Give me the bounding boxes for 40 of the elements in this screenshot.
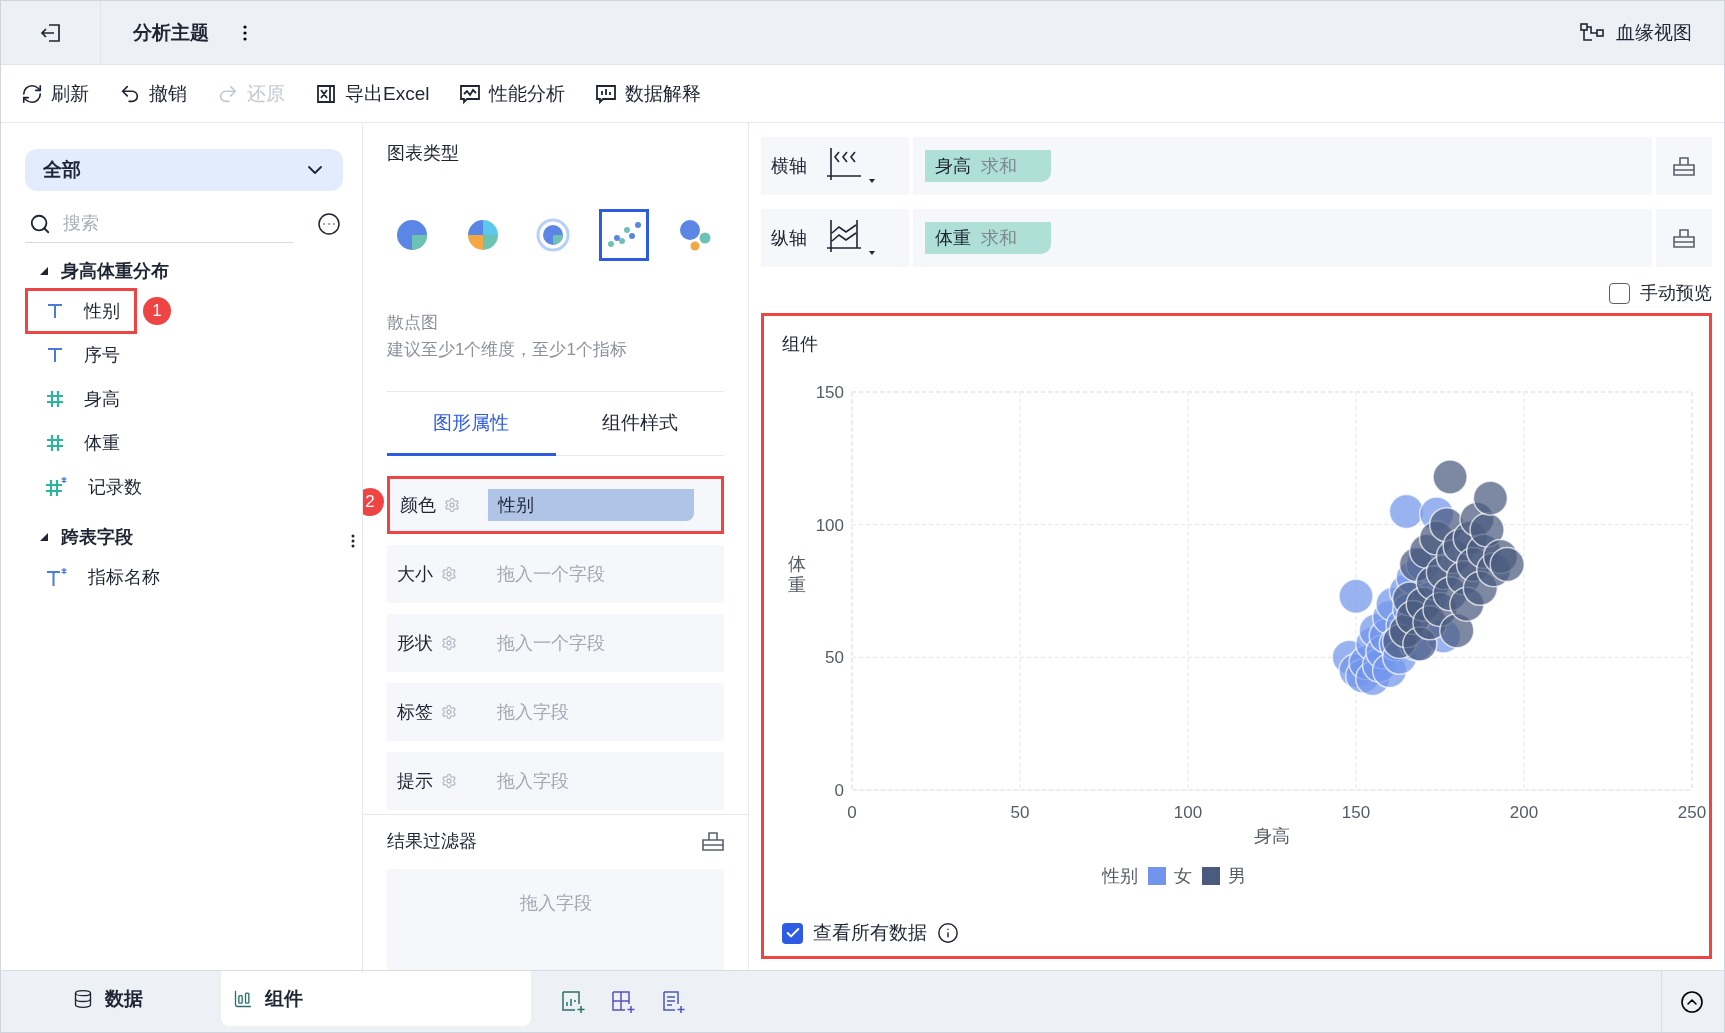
tick-label: 150 [1341, 803, 1371, 822]
tick-label: 50 [825, 648, 844, 668]
axis-title: 体重 [788, 554, 806, 595]
slot-placeholder: 拖入字段 [497, 770, 569, 793]
field-pill: 性别 [488, 489, 694, 521]
tick-label: 100 [815, 515, 844, 535]
widget-title: 组件 [782, 333, 819, 356]
tick-label: 0 [834, 781, 844, 800]
drop-placeholder: 拖入字段 [519, 892, 592, 915]
slot-label: 提示 [397, 770, 433, 793]
legend-title: 性别 [1102, 865, 1138, 888]
checkbox-label: 手动预览 [1640, 282, 1712, 305]
tick-label: 200 [1509, 803, 1539, 822]
checkbox-label: 查看所有数据 [813, 921, 927, 945]
legend-label: 女 [1174, 865, 1192, 888]
group-title: 身高体重分布 [61, 260, 169, 283]
axis-title: 身高 [1254, 826, 1290, 846]
tick-label: 100 [1173, 803, 1203, 822]
slot-placeholder: 拖入字段 [497, 701, 569, 724]
slot-placeholder: 拖入一个字段 [497, 563, 605, 586]
group-title: 跨表字段 [61, 526, 133, 549]
legend-label: 男 [1228, 865, 1246, 888]
section-title: 图表类型 [387, 142, 460, 165]
chart-type-hint: 建议至少1个维度，至少1个指标 [387, 339, 628, 361]
step-badge: 1 [143, 297, 171, 325]
tick-label: 150 [815, 383, 844, 402]
axis-label: 横轴 [771, 155, 807, 178]
axis-label: 纵轴 [771, 227, 807, 250]
tick-label: 50 [1010, 803, 1030, 822]
slot-label: 标签 [397, 701, 433, 724]
slot-label: 大小 [397, 563, 433, 586]
tick-label: 0 [847, 803, 857, 822]
slot-placeholder: 拖入一个字段 [497, 632, 605, 655]
step-badge: 2 [363, 488, 384, 516]
section-title: 结果过滤器 [387, 830, 477, 853]
slot-label: 颜色 [400, 494, 436, 517]
tick-label: 250 [1677, 803, 1707, 822]
page-title: 分析主题 [133, 20, 209, 45]
slot-label: 形状 [397, 632, 433, 655]
chart-type-name: 散点图 [387, 312, 439, 334]
